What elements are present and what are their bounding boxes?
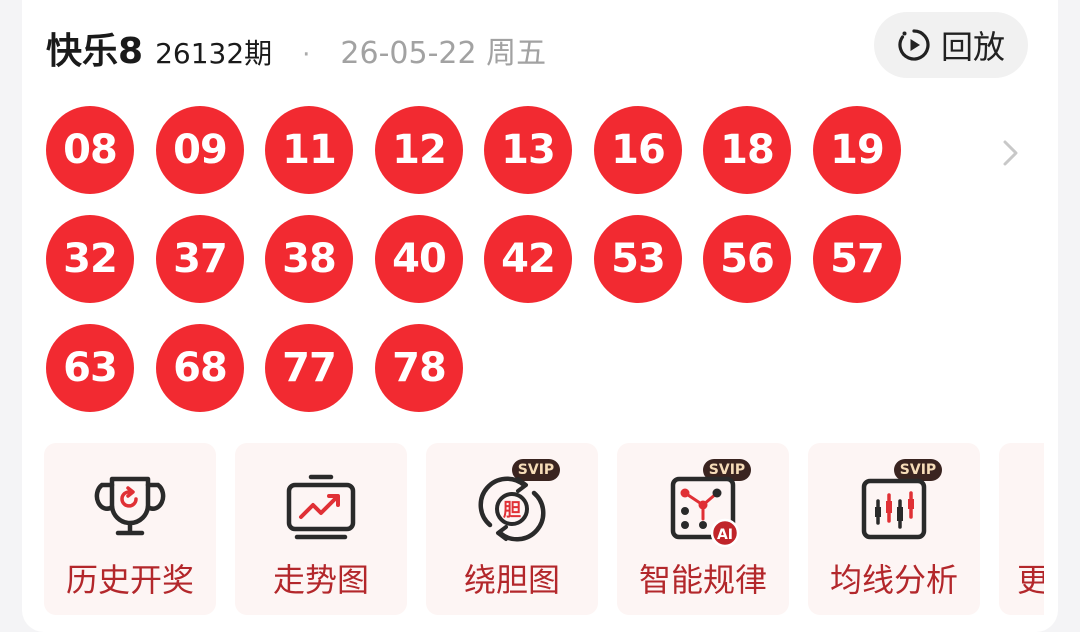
issue-number: 26132期: [155, 37, 273, 70]
draw-date: 26-05-22 周五: [340, 36, 547, 71]
trend-chart-icon: [279, 471, 363, 547]
more-icon: [1043, 471, 1044, 547]
replay-icon: [897, 28, 931, 62]
number-ball: 68: [156, 324, 244, 412]
tool-ai-pattern[interactable]: SVIP AI 智能规律: [617, 443, 789, 615]
dan-cycle-icon: 胆: [470, 471, 554, 547]
separator-dot: ·: [302, 40, 311, 70]
number-ball: 63: [46, 324, 134, 412]
dan-icon-text: 胆: [502, 500, 521, 521]
tool-label: 走势图: [272, 561, 369, 599]
tool-dan-chart[interactable]: SVIP 胆 绕胆图: [426, 443, 598, 615]
number-ball: 56: [703, 215, 791, 303]
trophy-icon: [88, 471, 172, 547]
tool-history-draws[interactable]: 历史开奖: [44, 443, 216, 615]
number-ball: 37: [156, 215, 244, 303]
number-ball: 13: [484, 106, 572, 194]
number-ball: 16: [594, 106, 682, 194]
tool-label: 更: [1017, 561, 1044, 599]
replay-label: 回放: [940, 28, 1005, 66]
number-ball: 12: [375, 106, 463, 194]
replay-button[interactable]: 回放: [874, 12, 1028, 78]
tool-label: 智能规律: [638, 561, 767, 599]
tool-label: 绕胆图: [463, 561, 560, 599]
chevron-right-icon[interactable]: [996, 137, 1024, 169]
number-ball: 77: [265, 324, 353, 412]
number-ball: 78: [375, 324, 463, 412]
tool-more[interactable]: 更: [999, 443, 1044, 615]
number-ball: 09: [156, 106, 244, 194]
number-ball: 19: [813, 106, 901, 194]
tool-average-line[interactable]: SVIP 均线分析: [808, 443, 980, 615]
ai-icon-text: AI: [717, 527, 733, 543]
number-ball: 42: [484, 215, 572, 303]
number-ball: 08: [46, 106, 134, 194]
game-name: 快乐8: [46, 31, 144, 72]
number-ball: 40: [375, 215, 463, 303]
draw-header: 快乐8 26132期 · 26-05-22 周五: [46, 22, 546, 72]
number-ball: 53: [594, 215, 682, 303]
number-ball: 32: [46, 215, 134, 303]
number-ball: 11: [265, 106, 353, 194]
tool-trend-chart[interactable]: 走势图: [235, 443, 407, 615]
number-ball: 18: [703, 106, 791, 194]
number-ball: 57: [813, 215, 901, 303]
tool-label: 均线分析: [829, 561, 958, 599]
lottery-result-card: 快乐8 26132期 · 26-05-22 周五 回放 08 09 11 12 13 16…: [22, 0, 1058, 632]
average-line-icon: [852, 471, 936, 547]
ai-pattern-icon: AI: [661, 471, 745, 548]
number-ball: 38: [265, 215, 353, 303]
tool-shortcuts: 历史开奖 走势图 SVIP 胆 绕胆图 SVIP AI 智能规律 SVIP 均线…: [44, 443, 1044, 615]
tool-label: 历史开奖: [65, 561, 194, 599]
